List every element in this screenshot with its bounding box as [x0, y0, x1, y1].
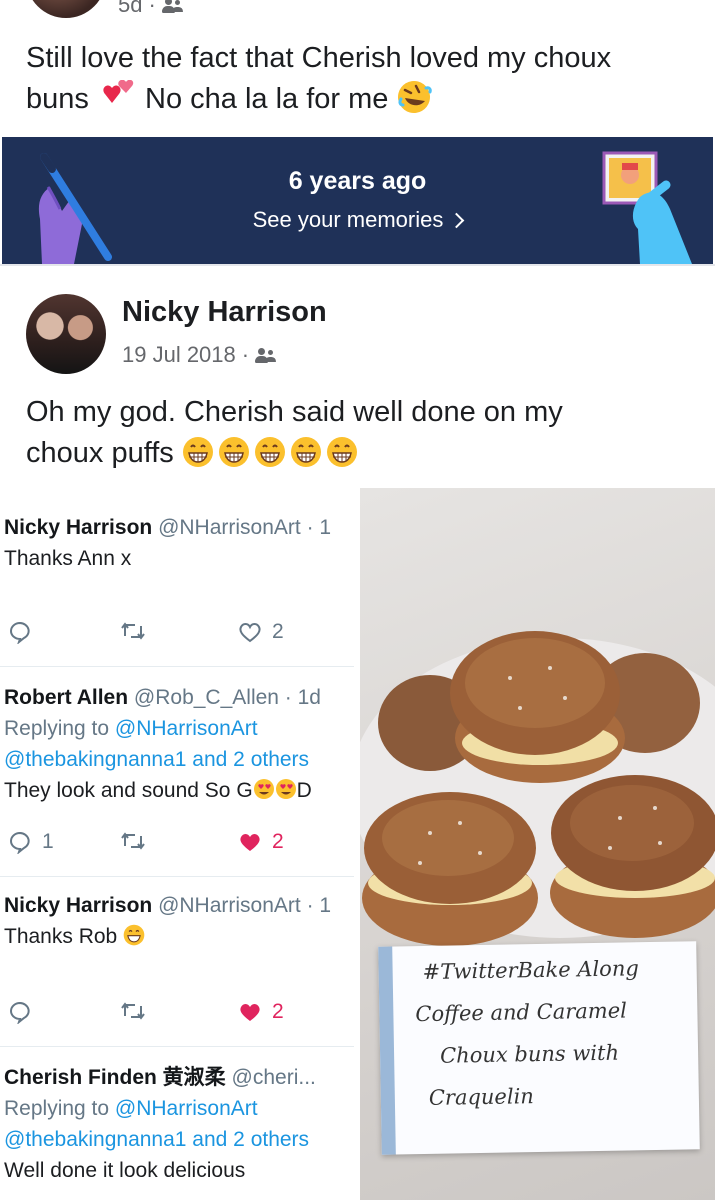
grin-emoji-icon	[182, 437, 213, 467]
heart-filled-icon	[240, 834, 260, 851]
tweet-divider	[0, 876, 354, 877]
choux-buns-picture	[360, 631, 715, 946]
grin-emoji-icon	[254, 437, 285, 467]
heart-filled-icon	[240, 1004, 260, 1021]
tweet-divider	[0, 666, 354, 667]
heart-eyes-emoji-icon	[253, 779, 274, 799]
reply-button: 1	[8, 830, 54, 854]
top-post-avatar[interactable]	[26, 0, 106, 18]
tweet-actions: 2	[4, 620, 344, 650]
retweet-icon	[120, 1000, 146, 1022]
two-hearts-emoji-icon	[103, 79, 134, 103]
friends-audience-icon	[255, 347, 277, 363]
rofl-emoji-icon	[398, 81, 433, 113]
tweet-actions: 2	[4, 1000, 344, 1030]
handwritten-note: #TwitterBake Along Coffee and Caramel Ch…	[378, 941, 700, 1155]
top-post-time: 5d	[118, 0, 143, 17]
grin-emoji-icon	[290, 437, 321, 467]
top-post-text: Still love the fact that Cherish loved m…	[26, 38, 696, 120]
heart-eyes-emoji-icon	[275, 779, 296, 799]
twitter-thread-screenshot: Nicky Harrison @NHarrisonArt · 1 Thanks …	[0, 488, 360, 1200]
like-button: 2	[238, 830, 284, 854]
heart-outline-icon	[239, 623, 261, 643]
author-avatar[interactable]	[26, 294, 106, 374]
tweet: Nicky Harrison @NHarrisonArt · 1 Thanks …	[4, 516, 332, 570]
post-image[interactable]: Nicky Harrison @NHarrisonArt · 1 Thanks …	[0, 488, 715, 1200]
tweet-actions: 1 2	[4, 830, 344, 860]
grin-emoji-icon	[123, 924, 145, 946]
grinning-emoji-row	[182, 436, 358, 468]
memories-banner[interactable]: 6 years ago See your memories	[2, 137, 713, 264]
retweet-icon	[120, 830, 146, 852]
reply-icon	[8, 620, 32, 644]
retweet-icon	[120, 620, 146, 642]
card-divider	[0, 264, 715, 266]
top-post-meta: 5d ·	[118, 0, 184, 18]
post-text: Oh my god. Cherish said well done on my …	[26, 396, 563, 469]
choux-buns-photo: #TwitterBake Along Coffee and Caramel Ch…	[360, 488, 715, 1200]
grin-emoji-icon	[326, 437, 357, 467]
grin-emoji-icon	[218, 437, 249, 467]
tweet: Cherish Finden 黄淑柔 @cheri... Replying to…	[4, 1066, 316, 1182]
tweet: Robert Allen @Rob_C_Allen · 1d Replying …	[4, 686, 321, 802]
chevron-right-icon	[449, 212, 465, 228]
like-button: 2	[238, 1000, 284, 1024]
tweet: Nicky Harrison @NHarrisonArt · 1 Thanks …	[4, 894, 332, 948]
hand-with-photo-icon	[602, 151, 692, 264]
reply-icon	[8, 1000, 32, 1024]
post-author-name[interactable]: Nicky Harrison	[122, 296, 327, 329]
hand-with-pencil-icon	[38, 153, 112, 264]
friends-audience-icon	[161, 0, 184, 13]
post-date[interactable]: 19 Jul 2018 ·	[122, 342, 277, 368]
reply-icon	[10, 831, 30, 854]
tweet-divider	[0, 1046, 354, 1047]
like-button: 2	[238, 620, 284, 644]
